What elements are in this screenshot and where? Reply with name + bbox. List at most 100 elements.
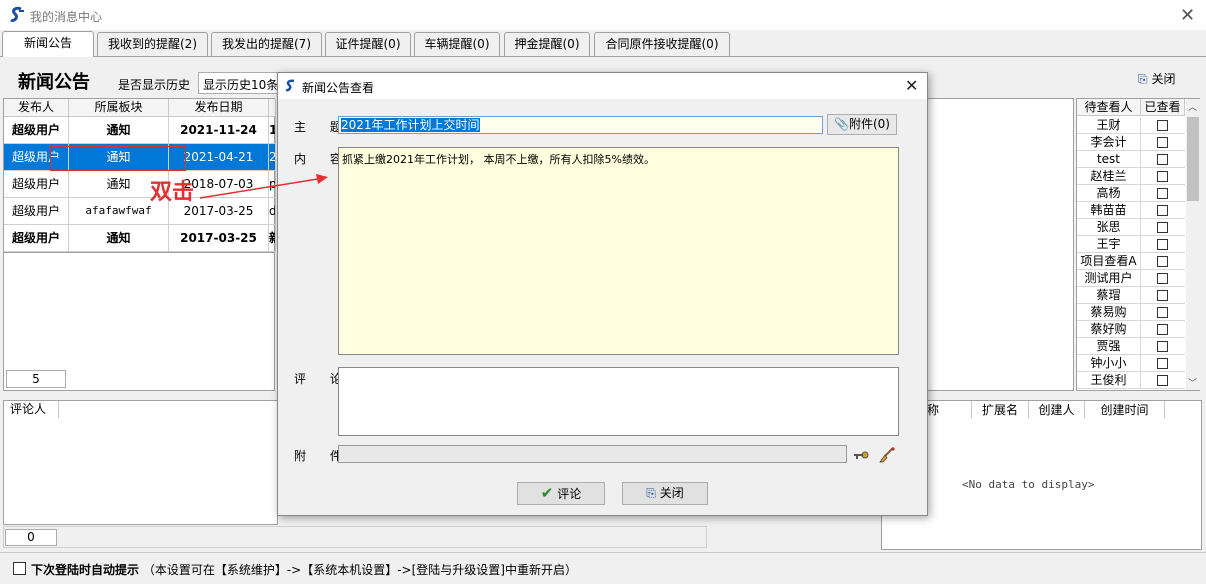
viewed-checkbox[interactable] [1157, 222, 1168, 233]
broom-icon[interactable] [878, 446, 896, 464]
history-select[interactable]: 显示历史10条 [198, 72, 278, 94]
dialog-title: 新闻公告查看 [302, 81, 375, 95]
window-title: 我的消息中心 [30, 10, 103, 24]
viewed-checkbox[interactable] [1157, 307, 1168, 318]
viewed-checkbox[interactable] [1157, 171, 1168, 182]
exit-door-icon: ⎘ [1138, 72, 1148, 86]
tab-deposit-reminders[interactable]: 押金提醒(0) [504, 32, 590, 56]
col-extension[interactable]: 扩展名 [972, 401, 1029, 419]
viewed-checkbox[interactable] [1157, 273, 1168, 284]
content-textarea[interactable]: 抓紧上缴2021年工作计划， 本周不上缴，所有人扣除5%绩效。 [338, 147, 899, 355]
cell-extra: d [269, 198, 276, 225]
table-row[interactable]: 超级用户 通知 2017-03-25 新 [4, 225, 276, 252]
viewer-name: 高杨 [1077, 185, 1141, 202]
viewer-row[interactable]: 蔡瑁 [1077, 287, 1185, 304]
viewer-row[interactable]: 贾强 [1077, 338, 1185, 355]
tab-sent-reminders[interactable]: 我发出的提醒(7) [211, 32, 322, 56]
col-viewer[interactable]: 待查看人 [1077, 99, 1141, 116]
close-main-button[interactable]: ⎘ 关闭 [1138, 70, 1175, 87]
subject-input[interactable]: 2021年工作计划上交时间 [338, 116, 823, 134]
auto-prompt-checkbox[interactable] [13, 562, 26, 575]
history-label: 是否显示历史 [118, 78, 191, 92]
tab-underline [0, 56, 1206, 57]
dialog-close-action-button[interactable]: ⎘ 关闭 [622, 482, 708, 505]
col-created-time[interactable]: 创建时间 [1085, 401, 1165, 419]
tab-received-reminders[interactable]: 我收到的提醒(2) [97, 32, 208, 56]
viewed-checkbox[interactable] [1157, 239, 1168, 250]
attachment-button-label: 附件(0) [848, 117, 890, 131]
annotation-highlight-box [50, 146, 186, 171]
paperclip-icon: 📎 [834, 117, 849, 131]
viewer-row[interactable]: 王俊利 [1077, 372, 1185, 389]
bottom-status-panel [3, 526, 707, 548]
viewer-row[interactable]: 赵桂兰 [1077, 168, 1185, 185]
viewer-name: 王宇 [1077, 236, 1141, 253]
tab-bar: 新闻公告 我收到的提醒(2) 我发出的提醒(7) 证件提醒(0) 车辆提醒(0)… [0, 31, 1206, 57]
cell-publisher: 超级用户 [4, 171, 69, 198]
viewer-row[interactable]: 蔡好购 [1077, 321, 1185, 338]
viewer-row[interactable]: 王财 [1077, 117, 1185, 134]
cell-extra: 新 [269, 225, 276, 252]
col-section[interactable]: 所属板块 [69, 99, 169, 117]
viewer-row[interactable]: 钟小小 [1077, 355, 1185, 372]
col-viewed[interactable]: 已查看 [1141, 99, 1185, 116]
viewed-checkbox[interactable] [1157, 358, 1168, 369]
viewed-checkbox[interactable] [1157, 341, 1168, 352]
scroll-up-icon[interactable]: ︿ [1188, 100, 1197, 113]
annotation-label: 双击 [150, 180, 195, 205]
dialog-close-button[interactable]: ✕ [905, 76, 918, 95]
comment-button[interactable]: ✔ 评论 [517, 482, 605, 505]
viewed-checkbox[interactable] [1157, 137, 1168, 148]
viewed-checkbox[interactable] [1157, 188, 1168, 199]
tab-contract-reminders[interactable]: 合同原件接收提醒(0) [594, 32, 730, 56]
viewer-row[interactable]: 韩苗苗 [1077, 202, 1185, 219]
viewed-checkbox[interactable] [1157, 290, 1168, 301]
viewer-row[interactable]: 李会计 [1077, 134, 1185, 151]
footer-divider [0, 552, 1206, 553]
viewer-row[interactable]: 项目查看A [1077, 253, 1185, 270]
tab-certificate-reminders[interactable]: 证件提醒(0) [325, 32, 411, 56]
viewer-name: 王财 [1077, 117, 1141, 134]
exit-door-icon: ⎘ [646, 486, 656, 500]
viewed-checkbox[interactable] [1157, 120, 1168, 131]
key-icon[interactable] [853, 448, 869, 462]
tab-vehicle-reminders[interactable]: 车辆提醒(0) [414, 32, 500, 56]
viewer-name: 王俊利 [1077, 372, 1141, 389]
footer-note: （本设置可在【系统维护】->【系统本机设置】->[登陆与升级设置]中重新开启） [142, 563, 577, 577]
viewers-scroll-thumb[interactable] [1187, 117, 1199, 201]
window-close-button[interactable]: ✕ [1180, 5, 1195, 26]
viewer-row[interactable]: 王宇 [1077, 236, 1185, 253]
viewed-checkbox[interactable] [1157, 154, 1168, 165]
viewed-checkbox[interactable] [1157, 375, 1168, 386]
title-bar [0, 0, 1206, 30]
table-row[interactable]: 超级用户 afafawfwaf 2017-03-25 d [4, 198, 276, 225]
cell-extra: 2 [269, 144, 276, 171]
col-date[interactable]: 发布日期 [169, 99, 269, 117]
col-publisher[interactable]: 发布人 [4, 99, 69, 117]
attachment-field[interactable] [338, 445, 847, 463]
tab-news[interactable]: 新闻公告 [2, 31, 94, 57]
viewed-checkbox[interactable] [1157, 324, 1168, 335]
close-button-label: 关闭 [659, 486, 684, 500]
viewer-name: 蔡易购 [1077, 304, 1141, 321]
viewer-row[interactable]: 张思 [1077, 219, 1185, 236]
viewers-table: 待查看人 已查看 王财 李会计 test 赵桂兰 高杨 韩苗苗 张思 王宇 项目查看A 测试用户蔡… [1076, 98, 1200, 391]
viewer-name: 蔡瑁 [1077, 287, 1141, 304]
attachment-button[interactable]: 📎附件(0) [827, 114, 897, 135]
comments-table [3, 400, 278, 525]
viewer-name: 李会计 [1077, 134, 1141, 151]
comment-textarea[interactable] [338, 367, 899, 436]
col-commenter[interactable]: 评论人 [4, 401, 59, 418]
table-row[interactable]: 超级用户 通知 2021-11-24 1 [4, 117, 276, 144]
annotation-arrow-icon [199, 174, 328, 199]
col-creator[interactable]: 创建人 [1029, 401, 1085, 419]
viewer-row[interactable]: 高杨 [1077, 185, 1185, 202]
viewed-checkbox[interactable] [1157, 205, 1168, 216]
empty-message: <No data to display> [962, 478, 1095, 491]
subject-value: 2021年工作计划上交时间 [341, 118, 480, 132]
viewed-checkbox[interactable] [1157, 256, 1168, 267]
scroll-down-icon[interactable]: ﹀ [1188, 376, 1197, 389]
viewer-row[interactable]: 蔡易购 [1077, 304, 1185, 321]
viewer-row[interactable]: 测试用户 [1077, 270, 1185, 287]
viewer-row[interactable]: test [1077, 151, 1185, 168]
